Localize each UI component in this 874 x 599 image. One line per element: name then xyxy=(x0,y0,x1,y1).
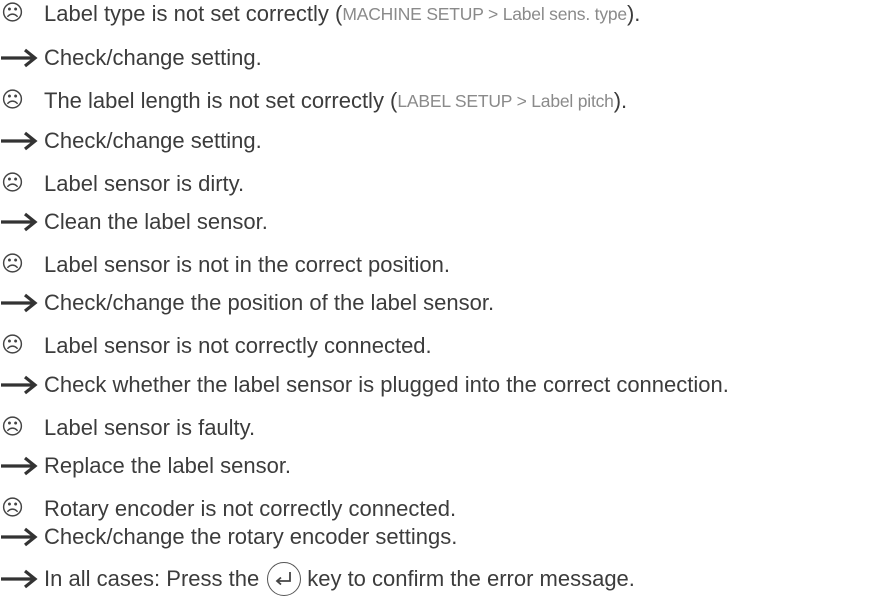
right-arrow-icon xyxy=(1,527,38,547)
right-arrow-icon xyxy=(1,212,38,232)
cause-row: ☹ Label type is not set correctly (MACHI… xyxy=(0,1,640,27)
fix-text: Check/change the position of the label s… xyxy=(44,290,495,315)
cause-text: Label sensor is not in the correct posit… xyxy=(44,252,451,277)
frown-face-icon: ☹ xyxy=(1,333,24,358)
fix-text: Check/change the rotary encoder settings… xyxy=(44,524,458,549)
cause-text-end: ). xyxy=(613,88,628,113)
fix-row: Check whether the label sensor is plugge… xyxy=(0,372,729,398)
fix-row: Check/change the position of the label s… xyxy=(0,290,494,316)
frown-face-icon: ☹ xyxy=(1,252,24,277)
fix-row: Check/change setting. xyxy=(0,45,262,71)
cause-row: ☹ Label sensor is not in the correct pos… xyxy=(0,252,450,278)
enter-key-icon xyxy=(267,562,302,596)
cause-row: ☹ Label sensor is not correctly connecte… xyxy=(0,333,432,359)
cause-row: ☹ The label length is not set correctly … xyxy=(0,88,627,114)
fix-text: Clean the label sensor. xyxy=(44,209,268,234)
right-arrow-icon xyxy=(1,293,38,313)
cause-text: Label sensor is faulty. xyxy=(44,415,256,440)
final-instruction-text-end: key to confirm the error message. xyxy=(307,566,635,591)
cause-text: Label type is not set correctly ( xyxy=(44,1,343,26)
fix-row: Replace the label sensor. xyxy=(0,453,291,479)
fix-text: Check whether the label sensor is plugge… xyxy=(44,372,729,397)
right-arrow-icon xyxy=(1,456,38,476)
cause-text-end: ). xyxy=(626,1,641,26)
fix-row: Check/change setting. xyxy=(0,128,262,154)
right-arrow-icon xyxy=(1,569,38,589)
cause-text: Rotary encoder is not correctly connecte… xyxy=(44,496,457,521)
right-arrow-icon xyxy=(1,48,38,68)
cause-text: Label sensor is dirty. xyxy=(44,171,245,196)
fix-text: Check/change setting. xyxy=(44,128,262,153)
frown-face-icon: ☹ xyxy=(1,1,24,26)
right-arrow-icon xyxy=(1,375,38,395)
fix-text: Check/change setting. xyxy=(44,45,262,70)
menu-reference: LABEL SETUP > Label pitch xyxy=(397,91,614,111)
right-arrow-icon xyxy=(1,131,38,151)
frown-face-icon: ☹ xyxy=(1,415,24,440)
final-instruction-row: In all cases: Press the key to confirm t… xyxy=(0,561,635,597)
cause-text: Label sensor is not correctly connected. xyxy=(44,333,432,358)
cause-row: ☹ Label sensor is dirty. xyxy=(0,171,244,197)
menu-reference: MACHINE SETUP > Label sens. type xyxy=(342,4,627,24)
fix-text: Replace the label sensor. xyxy=(44,453,292,478)
frown-face-icon: ☹ xyxy=(1,171,24,196)
fix-row: Clean the label sensor. xyxy=(0,209,268,235)
cause-row: ☹ Rotary encoder is not correctly connec… xyxy=(0,496,456,522)
fix-row: Check/change the rotary encoder settings… xyxy=(0,524,457,550)
frown-face-icon: ☹ xyxy=(1,88,24,113)
cause-text: The label length is not set correctly ( xyxy=(44,88,398,113)
frown-face-icon: ☹ xyxy=(1,496,24,521)
cause-row: ☹ Label sensor is faulty. xyxy=(0,415,255,441)
final-instruction-text: In all cases: Press the xyxy=(44,566,260,591)
